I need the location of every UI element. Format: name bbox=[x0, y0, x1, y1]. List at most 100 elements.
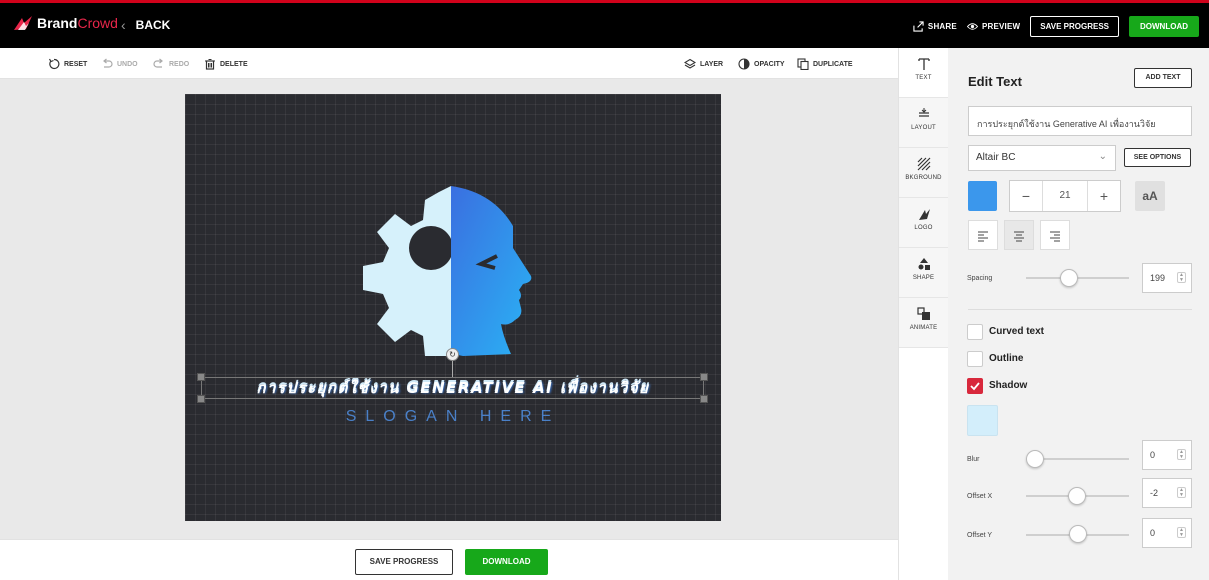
undo-button[interactable]: UNDO bbox=[101, 58, 138, 70]
text-selection-box[interactable] bbox=[201, 377, 704, 399]
blur-label: Blur bbox=[967, 456, 980, 463]
download-button[interactable]: DOWNLOAD bbox=[465, 549, 548, 575]
font-size-stepper[interactable]: − 21 + bbox=[1009, 180, 1121, 212]
align-left-button[interactable] bbox=[968, 220, 998, 250]
layer-button[interactable]: LAYER bbox=[684, 58, 723, 70]
align-center-button[interactable] bbox=[1004, 220, 1034, 250]
opacity-button[interactable]: OPACITY bbox=[738, 58, 785, 70]
edit-text-panel: Edit Text ADD TEXT การประยุกต์ใช้งาน Gen… bbox=[948, 48, 1209, 580]
delete-button[interactable]: DELETE bbox=[204, 58, 248, 70]
align-left-icon bbox=[978, 231, 988, 242]
align-right-button[interactable] bbox=[1040, 220, 1070, 250]
offset-y-input[interactable]: 0 ▲ ▼ bbox=[1142, 518, 1192, 548]
spacing-input[interactable]: 199 ▲ ▼ bbox=[1142, 263, 1192, 293]
logo-icon bbox=[918, 209, 930, 220]
offset-y-label: Offset Y bbox=[967, 532, 993, 539]
tab-background-label: BKGROUND bbox=[905, 175, 942, 181]
back-button[interactable]: ‹ BACK bbox=[121, 17, 170, 33]
download-header-button[interactable]: DOWNLOAD bbox=[1129, 16, 1199, 37]
spinner-arrows-icon[interactable]: ▲ ▼ bbox=[1177, 527, 1186, 538]
spinner-arrows-icon[interactable]: ▲ ▼ bbox=[1177, 272, 1186, 283]
outline-checkbox[interactable] bbox=[967, 351, 983, 367]
trash-icon bbox=[205, 59, 215, 70]
back-label: BACK bbox=[135, 18, 171, 32]
shadow-color-swatch[interactable] bbox=[967, 405, 998, 436]
share-button[interactable]: SHARE bbox=[913, 21, 957, 32]
save-progress-header-button[interactable]: SAVE PROGRESS bbox=[1030, 16, 1119, 37]
share-icon bbox=[913, 21, 924, 32]
preview-label: PREVIEW bbox=[981, 22, 1021, 31]
tab-animate[interactable]: ANIMATE bbox=[899, 298, 948, 348]
spacing-slider-knob[interactable] bbox=[1060, 269, 1078, 287]
font-select[interactable]: Altair BC ⌄ bbox=[968, 145, 1116, 171]
offset-x-label: Offset X bbox=[967, 493, 993, 500]
tab-text[interactable]: TEXT bbox=[899, 48, 948, 98]
redo-button[interactable]: REDO bbox=[153, 58, 189, 70]
shadow-checkbox[interactable] bbox=[967, 378, 983, 394]
save-progress-button[interactable]: SAVE PROGRESS bbox=[355, 549, 453, 575]
spacing-label: Spacing bbox=[967, 275, 993, 282]
font-select-value: Altair BC bbox=[976, 152, 1016, 163]
add-text-button[interactable]: ADD TEXT bbox=[1134, 68, 1192, 88]
gear-face-logo-graphic[interactable] bbox=[363, 186, 543, 356]
curved-text-label: Curved text bbox=[989, 326, 1045, 337]
text-case-toggle[interactable]: aA bbox=[1135, 181, 1165, 211]
tab-background[interactable]: BKGROUND bbox=[899, 148, 948, 198]
undo-label: UNDO bbox=[117, 60, 138, 68]
offset-y-value: 0 bbox=[1150, 528, 1156, 538]
tab-animate-label: ANIMATE bbox=[909, 325, 938, 331]
tab-shape-label: SHAPE bbox=[912, 275, 935, 281]
offset-x-input[interactable]: -2 ▲ ▼ bbox=[1142, 478, 1192, 508]
resize-handle-top-left[interactable] bbox=[197, 373, 205, 381]
layout-icon bbox=[918, 108, 929, 117]
tab-layout[interactable]: LAYOUT bbox=[899, 98, 948, 148]
text-color-swatch[interactable] bbox=[968, 181, 997, 211]
undo-icon bbox=[103, 58, 113, 68]
see-options-button[interactable]: SEE OPTIONS bbox=[1124, 148, 1191, 167]
font-size-value[interactable]: 21 bbox=[1042, 181, 1088, 211]
brand-name-part1: Brand bbox=[37, 15, 78, 31]
spinner-arrows-icon[interactable]: ▲ ▼ bbox=[1177, 487, 1186, 498]
text-content-field[interactable]: การประยุกต์ใช้งาน Generative AI เพื่องาน… bbox=[968, 106, 1192, 136]
offset-y-slider-knob[interactable] bbox=[1069, 525, 1087, 543]
spinner-arrows-icon[interactable]: ▲ ▼ bbox=[1177, 449, 1186, 460]
decrease-size-button[interactable]: − bbox=[1010, 181, 1042, 211]
reset-button[interactable]: RESET bbox=[48, 58, 87, 70]
shape-icon bbox=[918, 258, 930, 270]
reset-icon bbox=[48, 58, 60, 70]
blur-input[interactable]: 0 ▲ ▼ bbox=[1142, 440, 1192, 470]
reset-label: RESET bbox=[64, 60, 88, 68]
logo-artboard[interactable]: ↻ การประยุกต์ใช้งาน GENERATIVE AI เพื่อง… bbox=[185, 94, 721, 521]
tab-layout-label: LAYOUT bbox=[911, 125, 936, 131]
canvas-workspace: ↻ การประยุกต์ใช้งาน GENERATIVE AI เพื่อง… bbox=[0, 79, 898, 539]
redo-icon bbox=[153, 58, 163, 68]
duplicate-label: DUPLICATE bbox=[813, 60, 853, 68]
align-center-icon bbox=[1014, 231, 1024, 242]
curved-text-checkbox[interactable] bbox=[967, 324, 983, 340]
delete-label: DELETE bbox=[220, 60, 248, 68]
chevron-left-icon: ‹ bbox=[121, 17, 126, 33]
preview-button[interactable]: PREVIEW bbox=[966, 21, 1021, 32]
brandcrowd-logo[interactable]: Brand Crowd bbox=[12, 15, 118, 31]
increase-size-button[interactable]: + bbox=[1088, 181, 1120, 211]
brand-flame-icon bbox=[14, 16, 32, 30]
layers-icon bbox=[684, 58, 696, 69]
slogan-text[interactable]: SLOGAN HERE bbox=[185, 408, 721, 426]
rotate-handle-icon[interactable]: ↻ bbox=[446, 348, 459, 361]
background-icon bbox=[917, 157, 930, 171]
brand-name-part2: Crowd bbox=[77, 15, 118, 31]
blur-slider-knob[interactable] bbox=[1026, 450, 1044, 468]
offset-x-slider-knob[interactable] bbox=[1068, 487, 1086, 505]
outline-label: Outline bbox=[989, 353, 1024, 364]
opacity-label: OPACITY bbox=[754, 60, 785, 68]
resize-handle-bottom-right[interactable] bbox=[700, 395, 708, 403]
tab-shape[interactable]: SHAPE bbox=[899, 248, 948, 298]
tab-logo[interactable]: LOGO bbox=[899, 198, 948, 248]
duplicate-button[interactable]: DUPLICATE bbox=[797, 58, 853, 70]
panel-title: Edit Text bbox=[968, 74, 1022, 89]
offset-x-value: -2 bbox=[1150, 488, 1159, 498]
resize-handle-bottom-left[interactable] bbox=[197, 395, 205, 403]
animate-icon bbox=[916, 307, 930, 320]
resize-handle-top-right[interactable] bbox=[700, 373, 708, 381]
layer-label: LAYER bbox=[700, 60, 724, 68]
